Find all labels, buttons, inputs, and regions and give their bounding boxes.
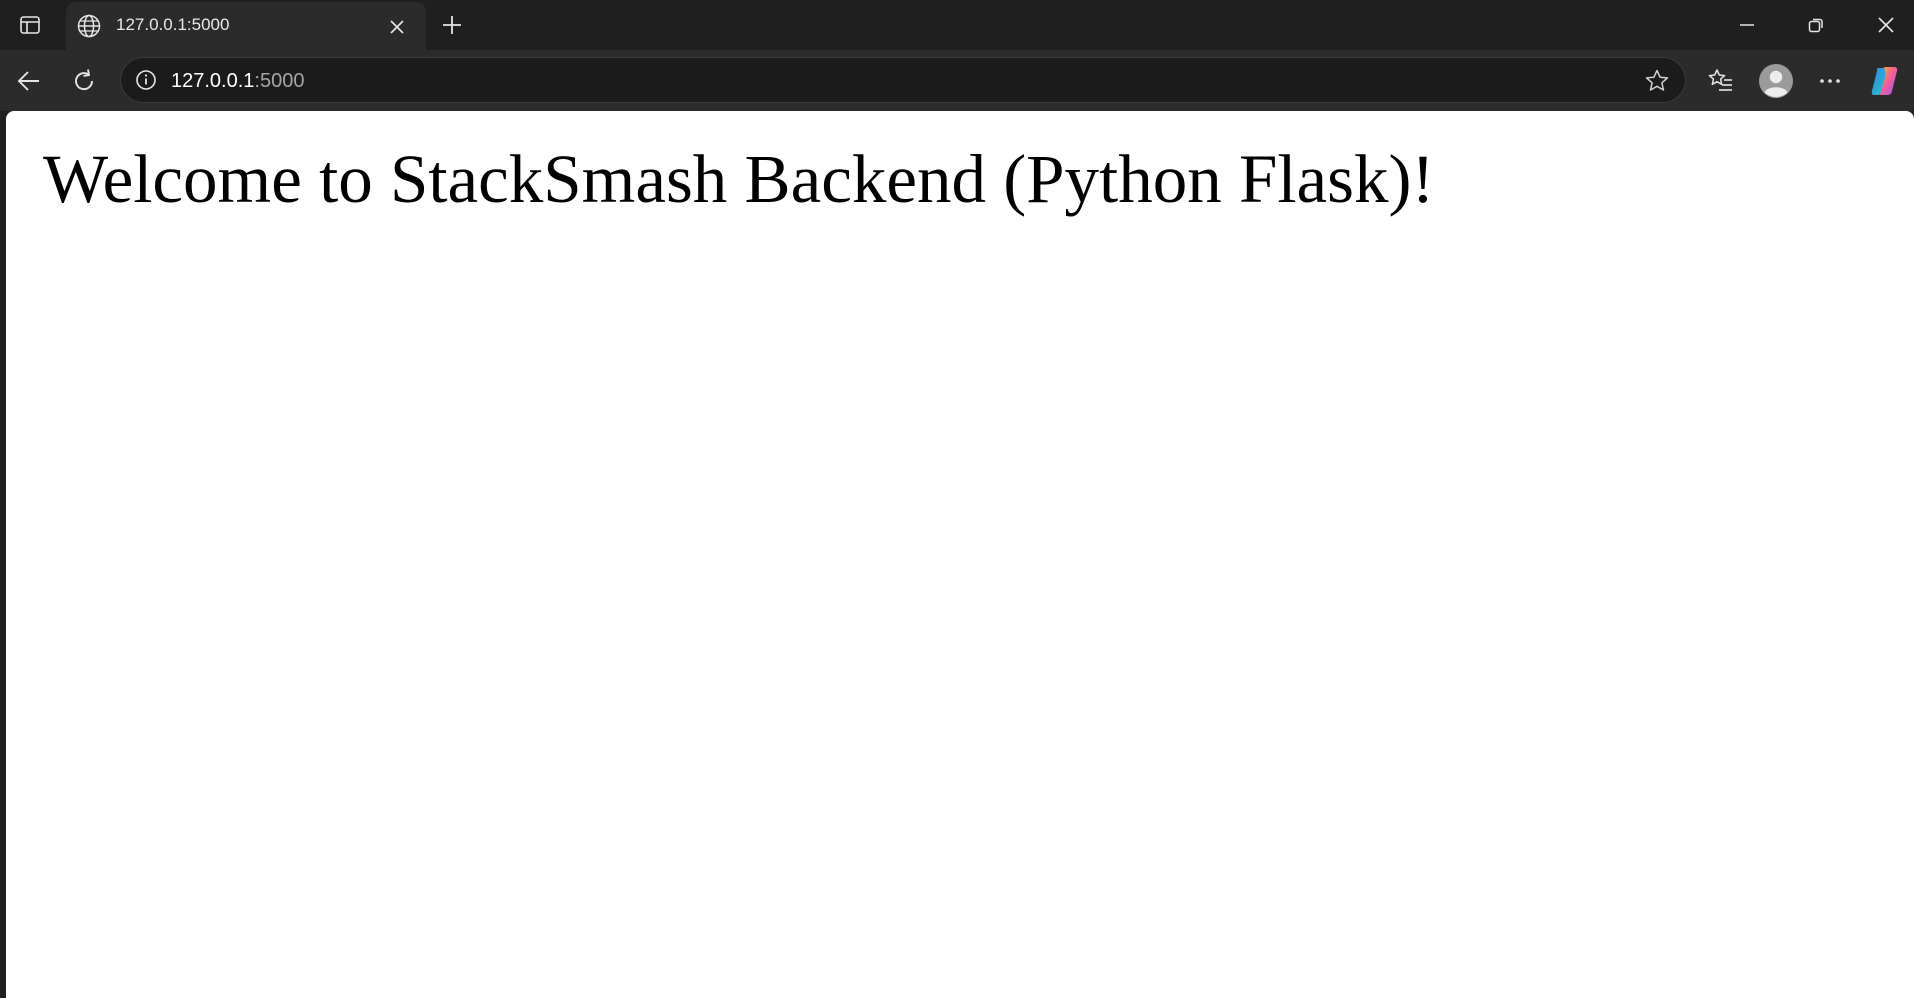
star-icon[interactable] [1643,67,1671,95]
back-arrow-icon[interactable] [11,63,47,99]
more-icon[interactable] [1812,63,1848,99]
tab-strip: 127.0.0.1:5000 [0,0,1914,50]
tab-actions-icon[interactable] [12,10,48,40]
refresh-icon[interactable] [66,63,102,99]
favorites-list-icon[interactable] [1703,63,1739,99]
tab-title: 127.0.0.1:5000 [116,15,230,34]
restore-icon[interactable] [1794,8,1838,42]
info-icon[interactable] [133,67,159,93]
close-tab-icon[interactable] [384,14,410,40]
minimize-icon[interactable] [1725,8,1769,42]
url-text[interactable]: 127.0.0.1:5000 [171,70,304,92]
browser-toolbar: 127.0.0.1:5000 [0,50,1914,111]
url-port: :5000 [254,70,305,92]
avatar-icon[interactable] [1756,61,1796,101]
close-window-icon[interactable] [1864,8,1908,42]
new-tab-button[interactable] [436,10,468,40]
copilot-icon[interactable] [1867,63,1903,99]
page-viewport: Welcome to StackSmash Backend (Python Fl… [6,111,1914,998]
address-bar[interactable]: 127.0.0.1:5000 [120,57,1686,103]
page-heading: Welcome to StackSmash Backend (Python Fl… [43,141,1435,217]
url-host: 127.0.0.1 [171,70,255,92]
globe-icon [76,13,102,39]
browser-tab[interactable]: 127.0.0.1:5000 [66,2,426,50]
